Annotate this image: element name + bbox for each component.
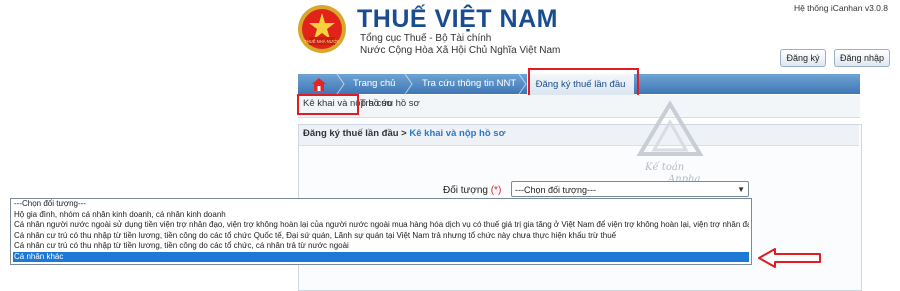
breadcrumb-root: Đăng ký thuế lần đầu bbox=[303, 128, 399, 139]
system-version: Hệ thống iCanhan v3.0.8 bbox=[793, 3, 888, 13]
nav-item-lookup-taxpayer[interactable]: Tra cứu thông tin NNT bbox=[422, 74, 516, 94]
login-button[interactable]: Đăng nhập bbox=[834, 49, 890, 67]
dropdown-option-selected[interactable]: Cá nhân khác bbox=[13, 251, 749, 262]
breadcrumb: Đăng ký thuế lần đầu > Kê khai và nộp hồ… bbox=[303, 128, 505, 139]
watermark-text-1: Kế toán bbox=[644, 162, 684, 173]
nav-separator bbox=[404, 74, 413, 94]
site-title: THUẾ VIỆT NAM bbox=[357, 5, 558, 33]
emblem-caption: THUẾ NHÀ NƯỚC bbox=[304, 39, 340, 44]
home-icon bbox=[312, 77, 326, 91]
dropdown-option[interactable]: Cá nhân người nước ngoài sử dụng tiền vi… bbox=[13, 220, 749, 231]
subject-dropdown-list[interactable]: ---Chọn đối tượng--- Hộ gia đình, nhóm c… bbox=[10, 198, 752, 265]
dropdown-option[interactable]: Cá nhân cư trú có thu nhập từ tiền lương… bbox=[13, 241, 749, 252]
highlight-box-subnav bbox=[297, 94, 359, 115]
nav-separator bbox=[518, 74, 527, 94]
dropdown-option[interactable]: Cá nhân cư trú có thu nhập từ tiền lương… bbox=[13, 231, 749, 242]
subject-label-text: Đối tượng bbox=[443, 185, 488, 196]
site-subtitle-agency: Tổng cục Thuế - Bộ Tài chính bbox=[360, 33, 492, 44]
subject-field-label: Đối tượng (*) bbox=[443, 185, 501, 196]
nav-separator bbox=[336, 74, 345, 94]
required-mark: (*) bbox=[490, 185, 502, 196]
dropdown-option[interactable]: ---Chọn đối tượng--- bbox=[13, 199, 749, 210]
tax-emblem-logo: THUẾ NHÀ NƯỚC bbox=[298, 5, 346, 53]
chevron-down-icon: ▼ bbox=[737, 185, 745, 194]
pointer-arrow-icon bbox=[758, 248, 821, 268]
nav-item-home[interactable]: Trang chủ bbox=[353, 74, 395, 94]
breadcrumb-separator: > bbox=[398, 128, 410, 139]
register-button[interactable]: Đăng ký bbox=[780, 49, 826, 67]
breadcrumb-current: Kê khai và nộp hồ sơ bbox=[409, 128, 506, 139]
site-subtitle-country: Nước Cộng Hòa Xã Hội Chủ Nghĩa Việt Nam bbox=[360, 45, 561, 56]
nav-home[interactable] bbox=[305, 75, 333, 93]
subnav-item-lookup-dossier[interactable]: Tra cứu hồ sơ bbox=[360, 98, 420, 109]
subject-select-value: ---Chọn đối tượng--- bbox=[515, 185, 596, 195]
subject-select[interactable]: ---Chọn đối tượng--- ▼ bbox=[511, 181, 749, 197]
watermark-logo: Kế toán Anpha bbox=[636, 100, 704, 185]
dropdown-option[interactable]: Hộ gia đình, nhóm cá nhân kinh doanh, cá… bbox=[13, 210, 749, 221]
